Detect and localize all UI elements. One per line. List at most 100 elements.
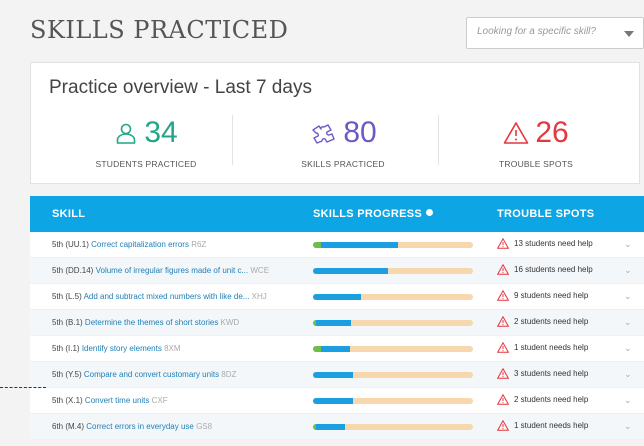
trouble-text: 16 students need help xyxy=(514,265,593,274)
skill-grade: 6th (M.4) xyxy=(52,422,85,431)
skill-progress-bar xyxy=(313,268,473,274)
trouble-text: 13 students need help xyxy=(514,239,593,248)
table-row[interactable]: 5th (Y.5) Compare and convert customary … xyxy=(30,362,644,388)
skill-code: 8XM xyxy=(164,344,181,353)
chevron-down-icon[interactable]: ⌄ xyxy=(624,395,632,406)
skill-code: CXF xyxy=(151,396,168,405)
warning-icon xyxy=(497,290,509,301)
skill-link[interactable]: Volume of irregular figures made of unit… xyxy=(96,266,249,275)
skill-search-select[interactable]: Looking for a specific skill? xyxy=(466,17,644,49)
skill-grade: 5th (X.1) xyxy=(52,396,83,405)
trouble-cell[interactable]: 2 students need help xyxy=(497,316,588,327)
skill-cell: 5th (UU.1) Correct capitalization errors… xyxy=(52,240,314,249)
dashed-guide-line xyxy=(0,387,46,388)
skills-table: SKILL SKILLS PROGRESS TROUBLE SPOTS 5th … xyxy=(30,196,644,440)
puzzle-icon xyxy=(312,124,336,144)
progress-mastered-segment xyxy=(313,242,321,248)
skills-practiced-stat: 80 SKILLS PRACTICED xyxy=(243,115,443,169)
skill-link[interactable]: Correct capitalization errors xyxy=(91,240,189,249)
skill-progress-bar xyxy=(313,372,473,378)
skill-code: R6Z xyxy=(191,240,207,249)
skill-cell: 5th (I.1) Identify story elements 8XM xyxy=(52,344,314,353)
skill-cell: 5th (L.5) Add and subtract mixed numbers… xyxy=(52,292,314,301)
search-placeholder: Looking for a specific skill? xyxy=(477,26,596,37)
trouble-text: 9 students need help xyxy=(514,291,589,300)
table-row[interactable]: 5th (L.5) Add and subtract mixed numbers… xyxy=(30,284,644,310)
skill-grade: 5th (Y.5) xyxy=(52,370,82,379)
trouble-text: 2 students need help xyxy=(514,395,589,404)
warning-icon xyxy=(497,316,509,327)
chevron-down-icon[interactable]: ⌄ xyxy=(624,317,632,328)
progress-practiced-segment xyxy=(313,398,353,404)
skill-grade: 5th (B.1) xyxy=(52,318,83,327)
progress-practiced-segment xyxy=(313,268,389,274)
skill-cell: 5th (B.1) Determine the themes of short … xyxy=(52,318,314,327)
table-row[interactable]: 5th (I.1) Identify story elements 8XM 1 s… xyxy=(30,336,644,362)
table-row[interactable]: 5th (X.1) Convert time units CXF 2 studen… xyxy=(30,388,644,414)
trouble-cell[interactable]: 3 students need help xyxy=(497,368,588,379)
progress-practiced-segment xyxy=(313,372,353,378)
skill-grade: 5th (I.1) xyxy=(52,344,80,353)
trouble-spots-stat: 26 TROUBLE SPOTS xyxy=(436,115,636,169)
skill-grade: 5th (L.5) xyxy=(52,292,82,301)
column-header-progress[interactable]: SKILLS PROGRESS xyxy=(313,208,434,220)
warning-icon xyxy=(497,394,509,405)
skill-cell: 5th (X.1) Convert time units CXF xyxy=(52,396,314,405)
chevron-down-icon[interactable]: ⌄ xyxy=(624,239,632,250)
warning-icon xyxy=(497,238,509,249)
trouble-cell[interactable]: 2 students need help xyxy=(497,394,588,405)
skill-link[interactable]: Add and subtract mixed numbers with like… xyxy=(84,292,250,301)
column-header-trouble[interactable]: TROUBLE SPOTS xyxy=(497,208,594,220)
skill-code: KWD xyxy=(220,318,240,327)
progress-practiced-segment xyxy=(321,242,398,248)
skill-cell: 5th (Y.5) Compare and convert customary … xyxy=(52,370,314,379)
chevron-down-icon[interactable]: ⌄ xyxy=(624,369,632,380)
students-practiced-value: 34 xyxy=(144,116,178,149)
skills-practiced-value: 80 xyxy=(343,116,377,149)
chevron-down-icon[interactable]: ⌄ xyxy=(624,265,632,276)
page-title: SKILLS PRACTICED xyxy=(30,16,289,44)
progress-header-label: SKILLS PROGRESS xyxy=(313,208,423,220)
table-row[interactable]: 5th (UU.1) Correct capitalization errors… xyxy=(30,232,644,258)
trouble-cell[interactable]: 1 student needs help xyxy=(497,420,588,431)
students-practiced-stat: 34 STUDENTS PRACTICED xyxy=(46,115,246,169)
skill-link[interactable]: Correct errors in everyday use xyxy=(86,422,194,431)
skill-link[interactable]: Determine the themes of short stories xyxy=(85,318,218,327)
warning-icon xyxy=(497,264,509,275)
trouble-text: 1 student needs help xyxy=(514,343,589,352)
skill-progress-bar xyxy=(313,424,473,430)
chevron-down-icon[interactable]: ⌄ xyxy=(624,291,632,302)
chevron-down-icon[interactable]: ⌄ xyxy=(624,343,632,354)
trouble-text: 2 students need help xyxy=(514,317,589,326)
overview-title: Practice overview - Last 7 days xyxy=(49,77,312,98)
table-row[interactable]: 6th (M.4) Correct errors in everyday use… xyxy=(30,414,644,440)
warning-icon xyxy=(497,420,509,431)
skill-grade: 5th (UU.1) xyxy=(52,240,89,249)
table-body: 5th (UU.1) Correct capitalization errors… xyxy=(30,232,644,440)
skill-code: GS8 xyxy=(196,422,213,431)
trouble-text: 3 students need help xyxy=(514,369,589,378)
skill-link[interactable]: Compare and convert customary units xyxy=(84,370,219,379)
table-row[interactable]: 5th (B.1) Determine the themes of short … xyxy=(30,310,644,336)
skill-progress-bar xyxy=(313,346,473,352)
skill-code: XHJ xyxy=(251,292,267,301)
column-header-skill[interactable]: SKILL xyxy=(52,208,85,220)
progress-practiced-segment xyxy=(316,424,345,430)
trouble-cell[interactable]: 1 student needs help xyxy=(497,342,588,353)
skill-link[interactable]: Convert time units xyxy=(85,396,149,405)
table-row[interactable]: 5th (DD.14) Volume of irregular figures … xyxy=(30,258,644,284)
chevron-down-icon[interactable]: ⌄ xyxy=(624,421,632,432)
skills-practiced-label: SKILLS PRACTICED xyxy=(301,159,385,169)
skill-grade: 5th (DD.14) xyxy=(52,266,94,275)
info-icon[interactable] xyxy=(426,209,434,216)
trouble-cell[interactable]: 16 students need help xyxy=(497,264,593,275)
chevron-down-icon xyxy=(624,31,634,37)
trouble-cell[interactable]: 13 students need help xyxy=(497,238,593,249)
skill-code: WCE xyxy=(250,266,270,275)
warning-icon xyxy=(504,122,529,144)
trouble-spots-label: TROUBLE SPOTS xyxy=(499,159,573,169)
person-icon xyxy=(117,123,136,144)
skill-cell: 5th (DD.14) Volume of irregular figures … xyxy=(52,266,314,275)
skill-link[interactable]: Identify story elements xyxy=(82,344,162,353)
trouble-cell[interactable]: 9 students need help xyxy=(497,290,588,301)
